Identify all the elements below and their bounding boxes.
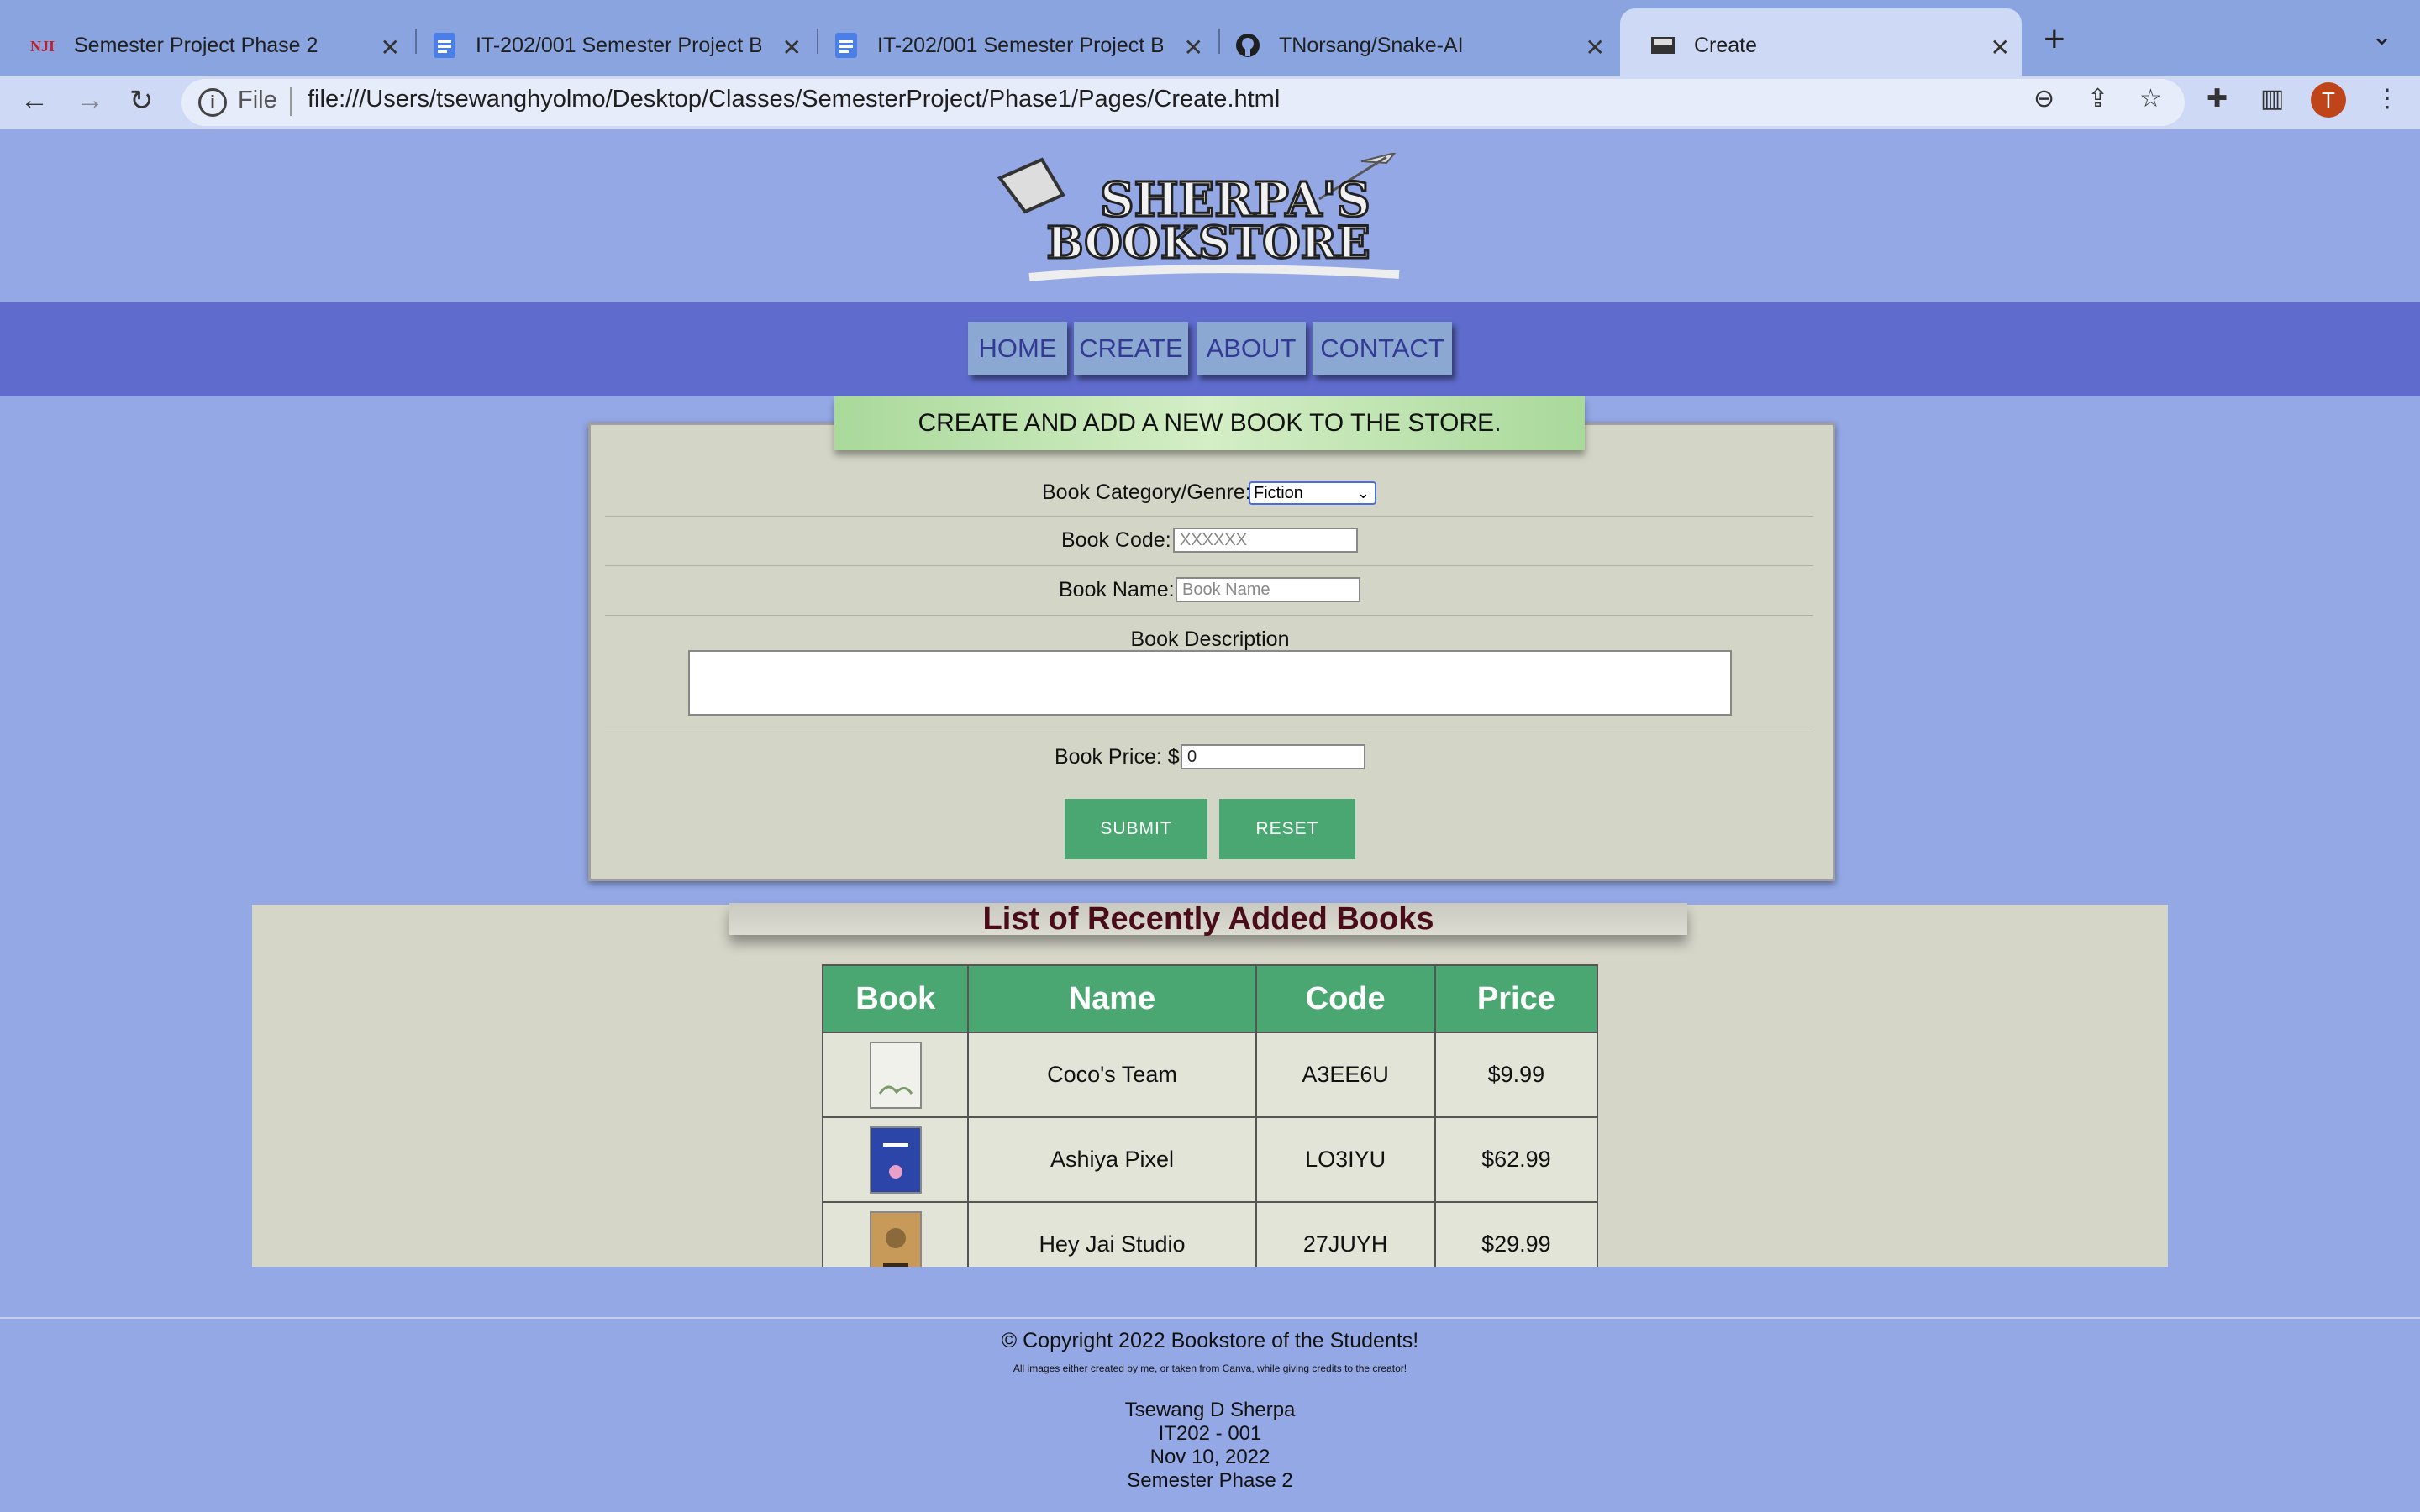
book-name: Hey Jai Studio [967, 1201, 1257, 1267]
nav-about[interactable]: ABOUT [1197, 322, 1306, 375]
close-icon[interactable]: ✕ [381, 34, 400, 61]
table-row: Ashiya Pixel LO3IYU $62.99 [822, 1116, 1598, 1203]
books-table-viewport: Book Name Code Price Coco's Team A3EE6U … [822, 964, 1598, 1267]
page-icon [1650, 33, 1676, 58]
close-icon[interactable]: ✕ [1991, 34, 2010, 61]
footer-divider [0, 1317, 2420, 1319]
book-cover-image [869, 1041, 922, 1109]
tab-semester-project-phase-2[interactable]: NJIT Semester Project Phase 2 ✕ [0, 8, 412, 82]
divider [605, 516, 1813, 517]
form-banner: CREATE AND ADD A NEW BOOK TO THE STORE. [834, 396, 1585, 450]
price-label: Book Price: $ [1055, 745, 1180, 769]
nav-create[interactable]: CREATE [1074, 322, 1188, 375]
submit-button[interactable]: SUBMIT [1065, 799, 1207, 859]
column-header-name: Name [967, 964, 1257, 1033]
code-input[interactable]: XXXXXX [1173, 528, 1358, 553]
footer-phase: Semester Phase 2 [1127, 1469, 1293, 1492]
footer-date: Nov 10, 2022 [1150, 1446, 1270, 1468]
tab-title: Create [1694, 33, 1758, 57]
url-text[interactable]: file:///Users/tsewanghyolmo/Desktop/Clas… [308, 86, 1280, 113]
book-price: $9.99 [1434, 1032, 1598, 1118]
github-icon [1235, 33, 1260, 58]
name-input[interactable]: Book Name [1176, 577, 1360, 602]
recent-books-title: List of Recently Added Books [729, 901, 1687, 937]
side-panel-icon[interactable]: ▥ [2260, 84, 2284, 113]
book-cover-image [869, 1210, 922, 1267]
name-label: Book Name: [1059, 578, 1175, 601]
docs-icon [834, 33, 859, 58]
omnibox-scheme: File [238, 87, 277, 113]
category-select[interactable]: Fiction ⌄ [1249, 481, 1376, 505]
chevron-down-icon: ⌄ [1356, 485, 1370, 501]
book-cover-image [869, 1126, 922, 1194]
tab-title: Semester Project Phase 2 [74, 33, 318, 57]
description-label: Book Description [1130, 627, 1290, 651]
omnibox-separator [290, 87, 292, 116]
book-price: $29.99 [1434, 1201, 1598, 1267]
footer-course: IT202 - 001 [1158, 1422, 1262, 1445]
njit-icon: NJIT [30, 33, 55, 58]
reset-button[interactable]: RESET [1219, 799, 1355, 859]
nav-home[interactable]: HOME [968, 322, 1067, 375]
book-price: $62.99 [1434, 1116, 1598, 1203]
table-row: Coco's Team A3EE6U $9.99 [822, 1032, 1598, 1118]
extensions-icon[interactable]: ✚ [2207, 84, 2228, 113]
reload-icon[interactable]: ↻ [129, 84, 154, 118]
zoom-icon[interactable]: ⊖ [2033, 84, 2054, 113]
tab-github-snake-ai[interactable]: TNorsang/Snake-AI ✕ [1205, 8, 1617, 82]
close-icon[interactable]: ✕ [1184, 34, 1203, 61]
book-code: A3EE6U [1255, 1032, 1436, 1118]
books-table: Book Name Code Price Coco's Team A3EE6U … [822, 964, 1598, 1267]
column-header-price: Price [1434, 964, 1598, 1033]
category-label: Book Category/Genre: [1042, 480, 1251, 504]
nav-contact[interactable]: CONTACT [1313, 322, 1452, 375]
tab-semester-project-doc-2[interactable]: IT-202/001 Semester Project B ✕ [803, 8, 1215, 82]
footer-credits: All images either created by me, or take… [1013, 1362, 1407, 1374]
share-icon[interactable]: ⇪ [2087, 84, 2108, 113]
tab-semester-project-doc-1[interactable]: IT-202/001 Semester Project B ✕ [402, 8, 813, 82]
price-input[interactable]: 0 [1181, 744, 1365, 769]
column-header-code: Code [1255, 964, 1436, 1033]
store-logo: SHERPA'S BOOKSTORE [992, 151, 1412, 287]
new-tab-icon[interactable]: + [2044, 18, 2065, 60]
tab-title: IT-202/001 Semester Project B [877, 33, 1163, 57]
avatar[interactable]: T [2311, 82, 2346, 118]
back-icon[interactable]: ← [20, 84, 49, 117]
book-name: Coco's Team [967, 1032, 1257, 1118]
category-value: Fiction [1254, 484, 1303, 502]
footer-author: Tsewang D Sherpa [1124, 1399, 1296, 1421]
book-code: LO3IYU [1255, 1116, 1436, 1203]
divider [605, 565, 1813, 566]
book-cell [822, 1116, 970, 1203]
book-cell [822, 1032, 970, 1118]
column-header-book: Book [822, 964, 970, 1033]
code-label: Book Code: [1061, 528, 1171, 552]
menu-icon[interactable]: ⋮ [2375, 84, 2400, 113]
tab-title: TNorsang/Snake-AI [1279, 33, 1464, 57]
description-textarea[interactable] [688, 650, 1732, 716]
star-icon[interactable]: ☆ [2139, 84, 2162, 113]
chevron-down-icon[interactable]: ⌄ [2371, 22, 2392, 51]
docs-icon [432, 33, 457, 58]
close-icon[interactable]: ✕ [1586, 34, 1605, 61]
footer-copyright: © Copyright 2022 Bookstore of the Studen… [1001, 1329, 1419, 1352]
tab-create[interactable]: Create ✕ [1620, 8, 2022, 82]
close-icon[interactable]: ✕ [782, 34, 802, 61]
book-name: Ashiya Pixel [967, 1116, 1257, 1203]
forward-icon[interactable]: → [76, 84, 104, 117]
table-row: Hey Jai Studio 27JUYH $29.99 [822, 1201, 1598, 1267]
svg-text:NJIT: NJIT [30, 38, 55, 55]
tab-title: IT-202/001 Semester Project B [476, 33, 761, 57]
book-code: 27JUYH [1255, 1201, 1436, 1267]
logo-line-2: BOOKSTORE [1046, 218, 1370, 269]
table-header-row: Book Name Code Price [822, 964, 1598, 1033]
divider [605, 615, 1813, 616]
info-icon[interactable]: i [198, 88, 227, 117]
book-cell [822, 1201, 970, 1267]
